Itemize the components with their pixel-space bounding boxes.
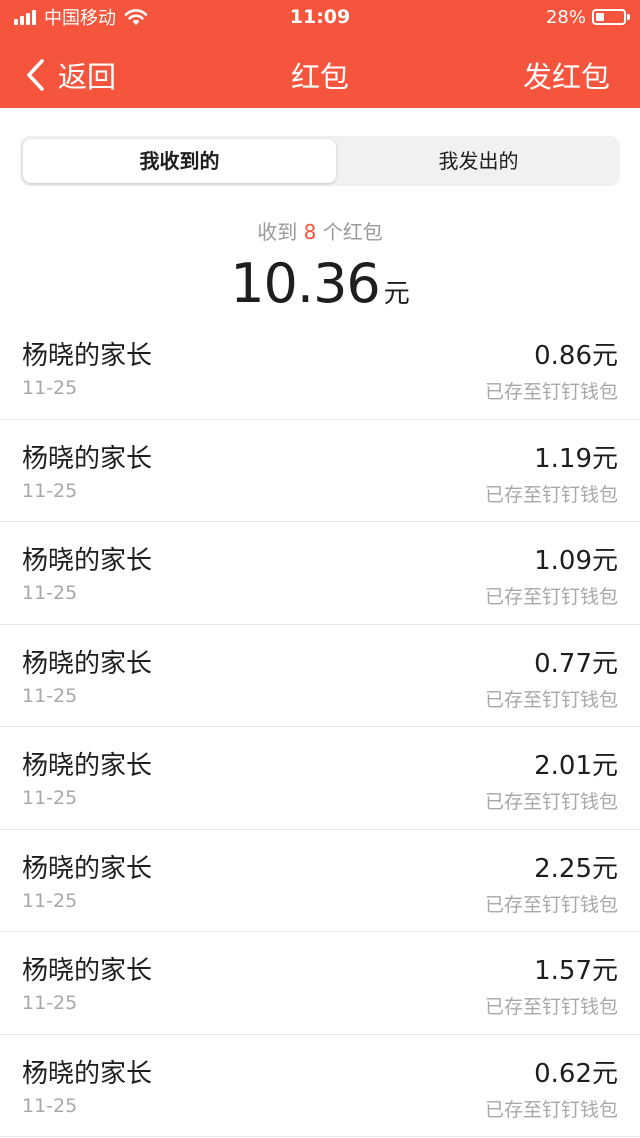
tab-received[interactable]: 我收到的: [23, 139, 336, 183]
sender-name: 杨晓的家长: [22, 751, 153, 781]
list-item[interactable]: 杨晓的家长 11-25 2.25元 已存至钉钉钱包: [0, 830, 640, 932]
status-bar: 中国移动 11:09 28%: [0, 0, 640, 36]
total-amount: 10.36: [230, 252, 381, 315]
sender-name: 杨晓的家长: [22, 956, 153, 986]
packet-amount: 2.25元: [534, 853, 618, 884]
received-date: 11-25: [22, 787, 78, 809]
red-packet-list-viewport[interactable]: 杨晓的家长 11-25 0.86元 已存至钉钉钱包 杨晓的家长 11-25 1.…: [0, 330, 640, 1138]
total-amount-display: 10.36 元: [0, 252, 640, 315]
status-right: 28%: [545, 6, 630, 28]
sender-name: 杨晓的家长: [22, 853, 153, 884]
deposit-status: 已存至钉钉钱包: [484, 791, 618, 813]
list-item[interactable]: 杨晓的家长 11-25 0.86元 已存至钉钉钱包: [0, 330, 640, 420]
received-date: 11-25: [22, 684, 78, 707]
total-unit: 元: [383, 279, 410, 309]
status-time: 11:09: [289, 6, 351, 28]
packet-amount: 0.77元: [534, 648, 618, 679]
packet-amount: 1.09元: [534, 546, 618, 576]
packet-amount: 1.19元: [534, 443, 618, 474]
tab-sent[interactable]: 我发出的: [340, 139, 617, 183]
received-date: 11-25: [22, 1094, 78, 1117]
deposit-status: 已存至钉钉钱包: [484, 483, 618, 506]
list-item[interactable]: 杨晓的家长 11-25 1.57元 已存至钉钉钱包: [0, 932, 640, 1035]
deposit-status: 已存至钉钉钱包: [484, 586, 618, 608]
app-header: 中国移动 11:09 28% 返回 红包 发红包: [0, 0, 640, 108]
battery-icon: [592, 9, 630, 25]
deposit-status: 已存至钉钉钱包: [484, 381, 618, 403]
send-red-packet-button[interactable]: 发红包: [523, 54, 610, 96]
count-number: 8: [303, 220, 317, 244]
deposit-status: 已存至钉钉钱包: [484, 688, 618, 711]
list-item[interactable]: 杨晓的家长 11-25 0.77元 已存至钉钉钱包: [0, 625, 640, 727]
deposit-status: 已存至钉钉钱包: [484, 1098, 618, 1121]
sender-name: 杨晓的家长: [22, 341, 153, 371]
received-count: 收到 8 个红包: [0, 216, 640, 245]
nav-bar: 返回 红包 发红包: [0, 40, 640, 104]
received-date: 11-25: [22, 479, 78, 502]
received-date: 11-25: [22, 582, 78, 604]
sender-name: 杨晓的家长: [22, 1058, 153, 1089]
deposit-status: 已存至钉钉钱包: [484, 893, 618, 916]
packet-amount: 0.62元: [534, 1058, 618, 1089]
deposit-status: 已存至钉钉钱包: [484, 996, 618, 1018]
list-item[interactable]: 杨晓的家长 11-25 1.19元 已存至钉钉钱包: [0, 420, 640, 522]
received-date: 11-25: [22, 889, 78, 912]
list-item[interactable]: 杨晓的家长 11-25 0.62元 已存至钉钉钱包: [0, 1035, 640, 1137]
red-packet-list: 杨晓的家长 11-25 0.86元 已存至钉钉钱包 杨晓的家长 11-25 1.…: [0, 330, 640, 1137]
sender-name: 杨晓的家长: [22, 443, 153, 474]
sender-name: 杨晓的家长: [22, 546, 153, 576]
received-date: 11-25: [22, 992, 78, 1014]
packet-amount: 1.57元: [534, 956, 618, 986]
segmented-control: 我收到的 我发出的: [20, 136, 620, 186]
list-item[interactable]: 杨晓的家长 11-25 2.01元 已存至钉钉钱包: [0, 727, 640, 830]
count-prefix: 收到: [257, 220, 298, 244]
battery-percent: 28%: [545, 6, 586, 28]
packet-amount: 2.01元: [534, 751, 618, 781]
list-item[interactable]: 杨晓的家长 11-25 1.09元 已存至钉钉钱包: [0, 522, 640, 625]
sender-name: 杨晓的家长: [22, 648, 153, 679]
received-date: 11-25: [22, 377, 78, 399]
count-suffix: 个红包: [322, 220, 383, 244]
packet-amount: 0.86元: [534, 341, 618, 371]
